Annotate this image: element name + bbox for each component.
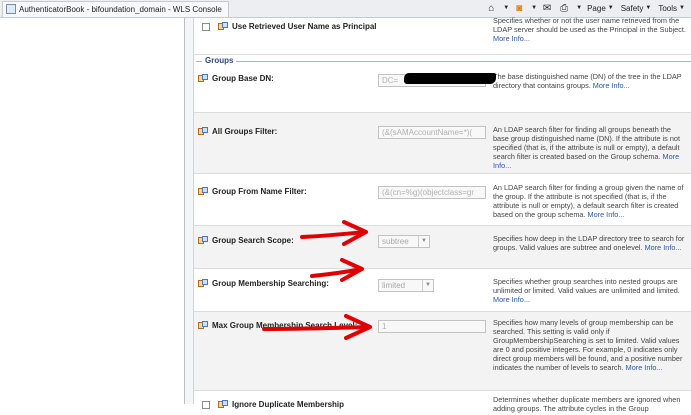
home-icon[interactable]: ⌂ bbox=[484, 2, 498, 15]
home-dropdown-icon[interactable]: ▼ bbox=[503, 5, 509, 11]
annotation-arrows bbox=[262, 220, 372, 340]
settings-form: Use Retrieved User Name as Principal Spe… bbox=[194, 16, 691, 413]
page-menu-button[interactable]: Page ▼ bbox=[585, 1, 616, 15]
page-icon bbox=[6, 4, 16, 14]
red-arrow-1 bbox=[300, 220, 368, 246]
print-icon[interactable]: ⎙ bbox=[557, 2, 571, 15]
browser-tab-title: AuthenticatorBook - bifoundation_domain … bbox=[19, 4, 222, 14]
chevron-down-icon: ▼ bbox=[679, 5, 685, 11]
safety-menu-button[interactable]: Safety ▼ bbox=[619, 1, 654, 15]
pane-splitter[interactable] bbox=[185, 18, 194, 404]
browser-tab[interactable]: AuthenticatorBook - bifoundation_domain … bbox=[2, 0, 229, 17]
mail-icon[interactable]: ✉ bbox=[540, 2, 554, 15]
red-arrow-2 bbox=[310, 258, 364, 282]
rss-feed-icon[interactable]: ◙ bbox=[512, 2, 526, 15]
feed-dropdown-icon[interactable]: ▼ bbox=[531, 5, 537, 11]
chevron-down-icon: ▼ bbox=[645, 5, 652, 11]
tools-menu-button[interactable]: Tools ▼ bbox=[656, 1, 687, 15]
left-navigation-pane bbox=[0, 18, 185, 404]
page-menu-label: Page bbox=[587, 3, 606, 13]
red-arrow-3 bbox=[262, 314, 372, 340]
browser-toolbar: ⌂ ▼ ◙ ▼ ✉ ⎙ ▼ Page ▼ Safety ▼ Tools ▼ bbox=[484, 1, 687, 15]
chevron-down-icon: ▼ bbox=[607, 5, 614, 11]
tools-menu-label: Tools bbox=[658, 3, 678, 13]
safety-menu-label: Safety bbox=[620, 3, 644, 13]
print-dropdown-icon[interactable]: ▼ bbox=[576, 5, 582, 11]
